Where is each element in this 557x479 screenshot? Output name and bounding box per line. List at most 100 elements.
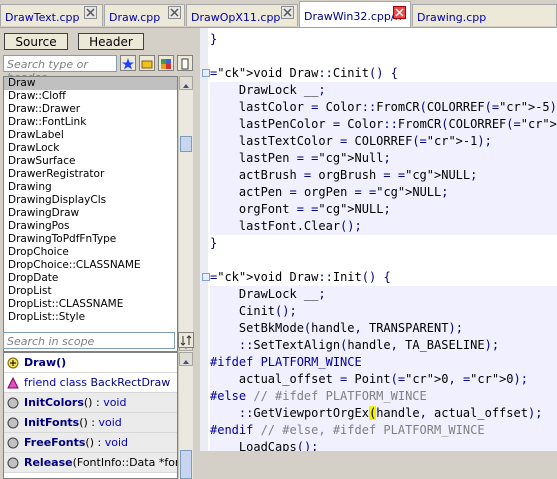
close-tab-icon[interactable] [281, 6, 294, 19]
list-item[interactable]: DrawerRegistrator [4, 168, 177, 181]
member-name: InitColors [24, 396, 84, 409]
code-line[interactable]: #endif // #else, #ifdef PLATFORM_WINCE [210, 422, 557, 439]
star-filter-icon[interactable] [120, 55, 136, 71]
tab-label: Draw.cpp [109, 11, 161, 24]
code-line[interactable]: DrawLock __; [210, 286, 557, 303]
file-tab-bar: DrawText.cpp Draw.cpp DrawOpX11.cpp Draw… [0, 0, 557, 28]
method-icon [7, 396, 19, 409]
code-line[interactable]: #ifdef PLATFORM_WINCE [210, 354, 557, 371]
list-item[interactable]: DrawingDraw [4, 207, 177, 220]
scroll-thumb[interactable] [180, 136, 192, 152]
code-line[interactable]: } [210, 31, 557, 48]
code-editor[interactable]: } ="ck">void Draw::Cinit() { DrawLock __;… [200, 28, 557, 451]
list-item[interactable]: Draw [4, 77, 177, 90]
package-filter-icon[interactable] [158, 55, 174, 71]
list-item[interactable]: DrawingToPdfFnType [4, 233, 177, 246]
member-type: void [103, 396, 127, 409]
code-line[interactable]: Cinit(); [210, 303, 557, 320]
member-signature: () : [85, 436, 102, 449]
list-item[interactable]: InitColors() : void [4, 393, 177, 413]
tab-label: DrawWin32.cpp/h [304, 10, 402, 23]
tab-drawing-cpp[interactable]: Drawing.cpp [412, 4, 557, 26]
list-item[interactable]: FreeFonts() : void [4, 433, 177, 453]
close-tab-icon[interactable] [168, 6, 181, 19]
code-line[interactable]: } [210, 235, 557, 252]
code-line[interactable] [210, 48, 557, 65]
method-icon [7, 456, 19, 469]
close-tab-icon[interactable] [393, 6, 406, 19]
list-item[interactable]: DrawingDisplayCls [4, 194, 177, 207]
code-line[interactable]: lastTextColor = COLORREF(="cr">-1); [210, 133, 557, 150]
code-line[interactable]: actPen = orgPen = ="cg">NULL; [210, 184, 557, 201]
fold-marker-icon[interactable] [202, 273, 210, 281]
type-list-scrollbar[interactable] [178, 76, 193, 352]
scope-list-scrollbar[interactable] [178, 352, 193, 479]
list-item[interactable]: InitFonts() : void [4, 413, 177, 433]
member-name: Release [24, 456, 73, 469]
code-line[interactable] [210, 252, 557, 269]
list-item[interactable]: DropChoice::CLASSNAME [4, 259, 177, 272]
navigator-panel: Source Header Search type or header Draw… [0, 28, 198, 479]
list-item[interactable]: Draw::FontLink [4, 116, 177, 129]
code-line[interactable]: ::GetViewportOrgEx(handle, actual_offset… [210, 405, 557, 422]
friend-icon [7, 376, 19, 389]
member-name: Draw [24, 356, 57, 369]
code-line[interactable]: orgFont = ="cg">NULL; [210, 201, 557, 218]
code-line[interactable]: lastColor = Color::FromCR(COLORREF(="cr"… [210, 99, 557, 116]
member-type: void [104, 436, 128, 449]
scroll-thumb[interactable] [180, 450, 192, 479]
code-line[interactable]: ="ck">void Draw::Init() { [202, 269, 557, 286]
list-item[interactable]: Release(FontInfo::Data *font [4, 453, 177, 473]
member-name: InitFonts [24, 416, 80, 429]
code-line[interactable]: ="ck">void Draw::Cinit() { [202, 65, 557, 82]
list-item[interactable]: friend class BackRectDraw [4, 373, 177, 393]
code-line[interactable]: actual_offset = Point(="cr">0, ="cr">0); [210, 371, 557, 388]
tab-label: DrawOpX11.cpp [191, 11, 281, 24]
header-button[interactable]: Header [78, 33, 144, 50]
tab-label: Drawing.cpp [417, 11, 487, 24]
source-button[interactable]: Source [4, 33, 68, 50]
list-item[interactable]: Draw::Drawer [4, 103, 177, 116]
member-signature: (FontInfo::Data *font [72, 456, 178, 469]
code-line[interactable]: SetBkMode(handle, TRANSPARENT); [210, 320, 557, 337]
method-icon [7, 416, 19, 429]
list-item[interactable]: DrawingPos [4, 220, 177, 233]
list-item[interactable]: DropChoice [4, 246, 177, 259]
list-item[interactable]: DropList::CLASSNAME [4, 298, 177, 311]
file-filter-icon[interactable] [177, 55, 193, 71]
code-line[interactable]: LoadCaps(); [210, 439, 557, 451]
sort-icon[interactable] [178, 332, 194, 348]
member-signature: () : [79, 416, 96, 429]
list-item[interactable]: DrawLock [4, 142, 177, 155]
code-lines: } ="ck">void Draw::Cinit() { DrawLock __;… [202, 31, 557, 451]
code-line[interactable]: #else // #ifdef PLATFORM_WINCE [210, 388, 557, 405]
code-line[interactable]: DrawLock __; [210, 82, 557, 99]
list-item[interactable]: Draw::Cloff [4, 90, 177, 103]
list-item[interactable]: Drawing [4, 181, 177, 194]
type-search-input[interactable]: Search type or header [3, 55, 117, 84]
member-name: BackRectDraw [90, 376, 171, 389]
code-line[interactable]: actBrush = orgBrush = ="cg">NULL; [210, 167, 557, 184]
fold-marker-icon[interactable] [202, 69, 210, 77]
code-line[interactable]: lastPen = ="cg">Null; [210, 150, 557, 167]
folder-filter-icon[interactable] [139, 55, 155, 71]
code-line[interactable]: ::SetTextAlign(handle, TA_BASELINE); [210, 337, 557, 354]
scope-member-list: Draw() friend class BackRectDraw InitCol… [3, 352, 178, 479]
scope-search-input[interactable]: Search in scope [3, 332, 175, 349]
scroll-up-icon[interactable] [179, 76, 193, 90]
editor-gutter [200, 28, 208, 451]
list-item[interactable]: DropList::Style [4, 311, 177, 324]
list-item[interactable]: DropList [4, 285, 177, 298]
list-item[interactable]: DrawLabel [4, 129, 177, 142]
scroll-up-icon[interactable] [179, 352, 193, 366]
member-name: FreeFonts [24, 436, 86, 449]
list-item[interactable]: DropDate [4, 272, 177, 285]
member-signature: () [56, 356, 67, 369]
code-line[interactable]: lastFont.Clear(); [210, 218, 557, 235]
tab-label: DrawText.cpp [5, 11, 80, 24]
member-signature: () : [83, 396, 100, 409]
list-item[interactable]: Draw() [4, 353, 177, 373]
code-line[interactable]: lastPenColor = Color::FromCR(COLORREF(="… [210, 116, 557, 133]
list-item[interactable]: DrawSurface [4, 155, 177, 168]
close-tab-icon[interactable] [84, 6, 97, 19]
